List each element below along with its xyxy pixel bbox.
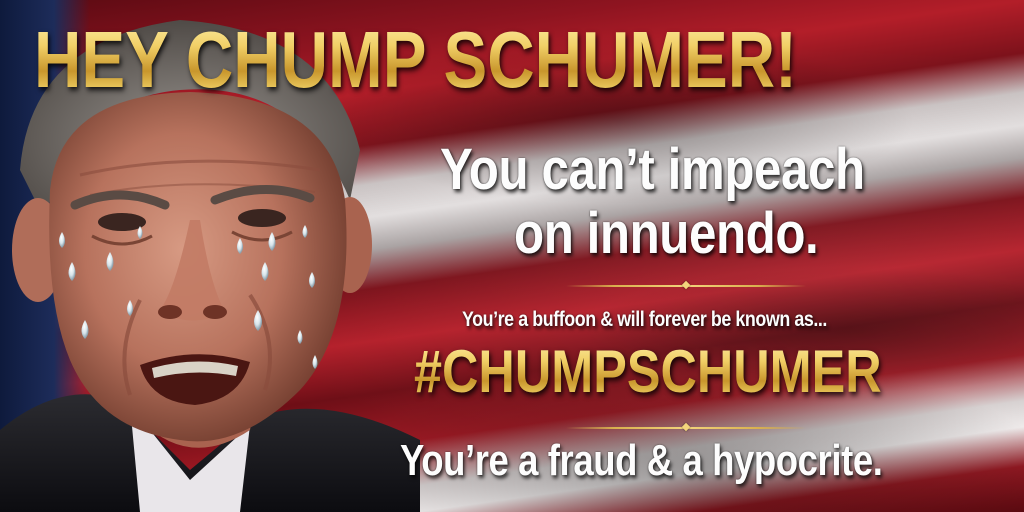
message-line-2: on innuendo. — [514, 201, 819, 266]
gold-divider-top — [566, 280, 806, 290]
hashtag: #CHUMPSCHUMER — [414, 335, 882, 409]
closing-line: You’re a fraud & a hypocrite. — [400, 436, 883, 485]
message-line-1: You can’t impeach — [440, 137, 865, 202]
banner: HEY CHUMP SCHUMER! You can’t impeach on … — [0, 0, 1024, 512]
gold-divider-bottom — [566, 422, 806, 432]
headline: HEY CHUMP SCHUMER! — [34, 15, 797, 104]
tagline: You’re a buffoon & will forever be known… — [462, 308, 827, 331]
